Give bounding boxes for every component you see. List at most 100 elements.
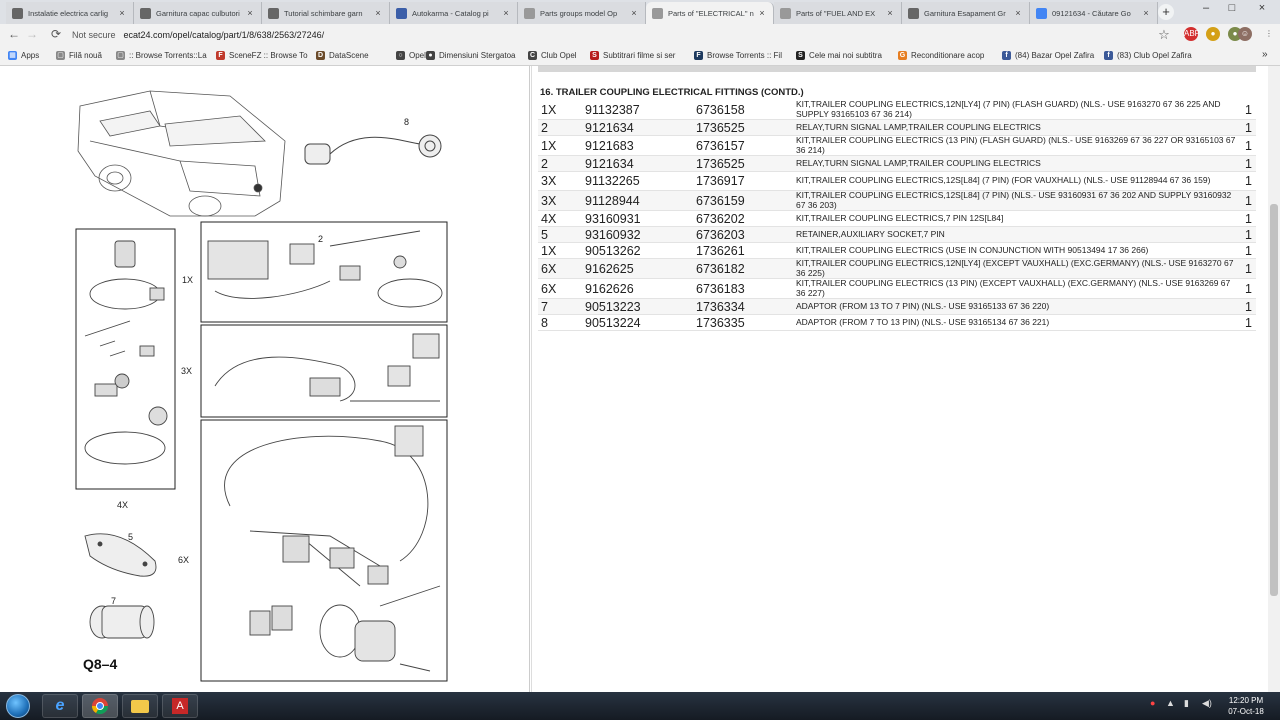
address-bar[interactable]: Not secure ecat24.com/opel/catalog/part/… <box>72 27 1172 43</box>
tab-close-icon[interactable]: × <box>757 8 767 18</box>
bookmark-item[interactable]: ▢ Filă nouă <box>56 51 102 60</box>
more-bookmarks-label: » <box>1262 49 1268 60</box>
table-row[interactable]: 3X 91128944 6736159 KIT,TRAILER COUPLING EL… <box>538 190 1256 211</box>
bookmark-item[interactable]: F SceneFZ :: Browse To <box>216 51 308 60</box>
catalog-number-cell: 1736525 <box>694 119 794 136</box>
page-scrollbar[interactable] <box>1268 66 1280 692</box>
extension-icon[interactable]: ● <box>1206 27 1220 41</box>
quantity-cell: 1 <box>1240 155 1256 172</box>
profile-avatar-icon[interactable]: ☺ <box>1238 27 1252 41</box>
bookmark-item[interactable]: D DataScene <box>316 51 369 60</box>
tab-close-icon[interactable]: × <box>1141 8 1151 18</box>
tab-close-icon[interactable]: × <box>1013 8 1023 18</box>
back-button[interactable]: ← <box>6 27 22 41</box>
table-row[interactable]: 8 90513224 1736335 ADAPTOR (FROM 7 TO 13 PI… <box>538 314 1256 331</box>
part-name-cell: KIT,TRAILER COUPLING ELECTRICS (13 PIN) … <box>794 278 1240 299</box>
tab-favicon-icon <box>1036 7 1047 19</box>
browser-tab[interactable]: Parts groups model Op × <box>518 2 646 24</box>
table-row[interactable]: 6X 9162625 6736182 KIT,TRAILER COUPLING ELE… <box>538 258 1256 279</box>
new-tab-button[interactable]: + <box>1158 4 1174 20</box>
browser-tab[interactable]: Autokarma - Catalog pi × <box>390 2 518 24</box>
table-row[interactable]: 2 9121634 1736525 RELAY,TURN SIGNAL LAMP,TR… <box>538 119 1256 136</box>
minimize-button[interactable]: – <box>1196 2 1216 14</box>
scrollbar-thumb[interactable] <box>1270 204 1278 596</box>
table-row[interactable]: 6X 9162626 6736183 KIT,TRAILER COUPLING ELE… <box>538 278 1256 299</box>
bookmark-item[interactable]: f (84) Bazar Opel Zafira <box>1002 51 1094 60</box>
tab-favicon-icon <box>140 7 151 19</box>
kit-4x-box <box>75 228 176 490</box>
table-row[interactable]: 1X 90513262 1736261 KIT,TRAILER COUPLING EL… <box>538 242 1256 259</box>
reload-button[interactable]: ⟳ <box>48 27 64 41</box>
quantity-cell: 1 <box>1240 258 1256 279</box>
bookmark-label: (84) Bazar Opel Zafira <box>1015 51 1095 60</box>
start-button[interactable] <box>6 694 30 718</box>
browser-tab[interactable]: Instalatie electrica carlig × <box>6 2 134 24</box>
bookmarks-bar: » ▦ Apps ▢ Filă nouă ▢:: Browse Torrents::La… <box>0 46 1280 66</box>
menu-icon[interactable]: ⋮ <box>1262 27 1276 41</box>
callout-7: 7 <box>111 596 117 606</box>
browser-tab[interactable]: Garnitura Esapament Gr × <box>902 2 1030 24</box>
volume-icon[interactable]: ◀) <box>1202 698 1212 709</box>
tray-expand-icon[interactable]: ▲ <box>1166 698 1175 708</box>
more-bookmarks-button[interactable]: » <box>1262 49 1268 60</box>
network-icon[interactable]: ▮ <box>1184 698 1189 709</box>
tray-icon[interactable]: ● <box>1150 698 1155 708</box>
extension-icon[interactable]: ABP <box>1184 27 1200 41</box>
maximize-button[interactable]: □ <box>1222 2 1242 14</box>
kit-1x-illustration <box>207 230 443 308</box>
bookmark-label: Reconditionare acop <box>911 51 985 60</box>
tab-close-icon[interactable]: × <box>629 8 639 18</box>
browser-tab[interactable]: Tutorial schimbare garn × <box>262 2 390 24</box>
bookmark-item[interactable]: S Subtitrari filme si ser <box>590 51 675 60</box>
catalog-number-cell: 6736203 <box>694 226 794 243</box>
table-row[interactable]: 1X 9121683 6736157 KIT,TRAILER COUPLING ELE… <box>538 135 1256 156</box>
browser-tab[interactable]: Garnitura capac culbutori × <box>134 2 262 24</box>
table-row[interactable]: 3X 91132265 1736917 KIT,TRAILER COUPLING EL… <box>538 171 1256 191</box>
kit-6x-illustration <box>224 425 441 672</box>
internet-explorer-icon[interactable]: e <box>42 694 78 718</box>
bookmark-item[interactable]: ○ Opel <box>396 51 426 60</box>
forward-button[interactable]: → <box>24 27 40 41</box>
browser-tab[interactable]: Parts of "ELECTRICAL" n × <box>646 2 774 24</box>
bookmark-star-icon[interactable]: ☆ <box>1156 27 1172 43</box>
quantity-cell: 1 <box>1240 100 1256 120</box>
bookmark-item[interactable]: G Reconditionare acop <box>898 51 984 60</box>
table-row[interactable]: 1X 91132387 6736158 KIT,TRAILER COUPLING EL… <box>538 99 1256 120</box>
file-explorer-icon[interactable] <box>122 694 158 718</box>
quantity-cell: 1 <box>1240 298 1256 315</box>
table-row[interactable]: 4X 93160931 6736202 KIT,TRAILER COUPLING EL… <box>538 210 1256 227</box>
close-window-button[interactable]: × <box>1252 2 1272 14</box>
table-row[interactable]: 2 9121634 1736525 RELAY,TURN SIGNAL LAMP,TR… <box>538 155 1256 172</box>
tab-close-icon[interactable]: × <box>501 8 511 18</box>
url-text[interactable]: ecat24.com/opel/catalog/part/1/8/638/256… <box>124 30 325 40</box>
part-qty-cell: 7 <box>538 298 582 315</box>
tab-close-icon[interactable]: × <box>373 8 383 18</box>
quantity-cell: 1 <box>1240 278 1256 299</box>
security-label[interactable]: Not secure <box>72 30 116 40</box>
chrome-icon[interactable] <box>82 694 118 718</box>
tab-close-icon[interactable]: × <box>885 8 895 18</box>
clock[interactable]: 12:20 PM 07-Oct-18 <box>1222 695 1270 717</box>
bookmark-item[interactable]: f (83) Club Opel Zafira <box>1104 51 1192 60</box>
bookmark-favicon-icon: D <box>316 51 325 60</box>
tab-strip: + – □ × Instalatie electrica carlig × Garn… <box>0 0 1280 24</box>
parts-diagram <box>75 90 448 682</box>
bookmark-item[interactable]: ▦ Apps <box>8 51 39 60</box>
bookmark-item[interactable]: C Club Opel <box>528 51 577 60</box>
browser-tab[interactable]: Parts of "FUEL AND EX × <box>774 2 902 24</box>
bookmark-item[interactable]: ● Dimensiuni Stergatoa <box>426 51 515 60</box>
tab-close-icon[interactable]: × <box>117 8 127 18</box>
part-number-cell: 91128944 <box>582 190 694 211</box>
catalog-number-cell: 6736182 <box>694 258 794 279</box>
tab-close-icon[interactable]: × <box>245 8 255 18</box>
browser-tab[interactable]: 09121634 - Căutare Go × <box>1030 2 1158 24</box>
bookmark-item[interactable]: S Cele mai noi subtitra <box>796 51 882 60</box>
bookmark-item[interactable]: F Browse Torrents :: Fil <box>694 51 782 60</box>
callout-6x: 6X <box>178 555 190 565</box>
bookmark-favicon-icon: f <box>1002 51 1011 60</box>
table-row[interactable]: 7 90513223 1736334 ADAPTOR (FROM 13 TO 7 PI… <box>538 298 1256 315</box>
bookmark-item[interactable]: ▢:: Browse Torrents::La <box>116 51 207 60</box>
bookmark-label: Club Opel <box>541 51 577 60</box>
adobe-acrobat-icon[interactable]: A <box>162 694 198 718</box>
table-row[interactable]: 5 93160932 6736203 RETAINER,AUXILIARY SOCKE… <box>538 226 1256 243</box>
